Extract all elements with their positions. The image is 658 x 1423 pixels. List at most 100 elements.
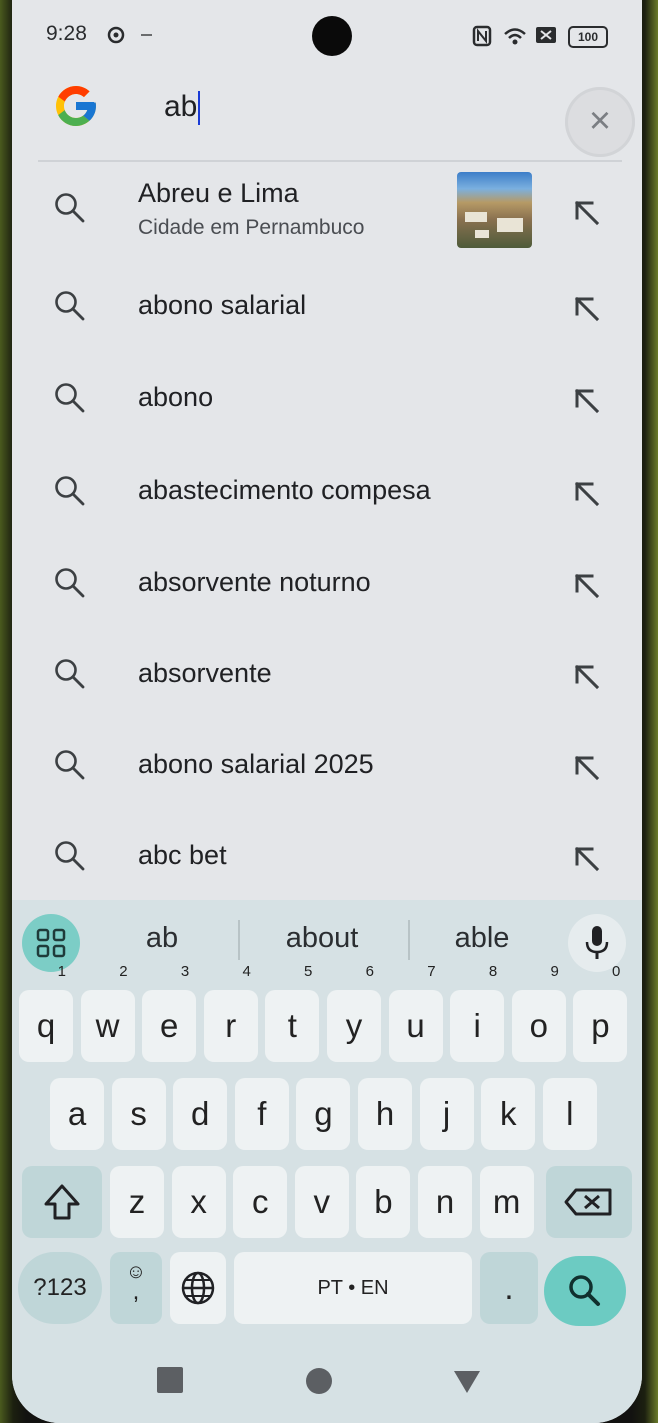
search-icon [55,750,85,780]
keyboard-menu-button[interactable] [22,914,80,972]
phone-frame: 9:28 100 ab × Abreu e Lima Cidade em Pern… [0,0,658,1423]
shift-icon [44,1184,80,1220]
word-suggestion-2[interactable]: about [247,922,397,955]
key-i[interactable]: i8 [450,964,505,1062]
fill-query-arrow-icon[interactable] [566,838,606,878]
search-icon [569,1275,600,1306]
key-letter: r [225,1007,237,1044]
key-letter: e [160,1007,179,1044]
key-y[interactable]: y6 [327,964,381,1062]
suggestion-row[interactable]: absorvente [12,630,642,720]
keyboard: ab about able q1w2e3r4t5y6u7i8o9p0 asdfg… [12,900,642,1423]
suggestion-row[interactable]: Abreu e Lima Cidade em Pernambuco [12,160,642,250]
clear-button[interactable]: × [565,87,635,157]
key-v[interactable]: v [294,1166,349,1238]
fill-query-arrow-icon[interactable] [566,656,606,696]
key-t[interactable]: t5 [265,964,320,1062]
key-a[interactable]: a [50,1078,104,1150]
key-x[interactable]: x [171,1166,226,1238]
key-letter: t [287,1007,297,1044]
period-key[interactable]: . [480,1252,538,1324]
key-number-hint: 8 [488,963,498,980]
settings-icon [107,26,125,44]
search-enter-key[interactable] [544,1256,626,1326]
word-suggestion-1[interactable]: ab [87,922,237,955]
back-triangle-icon[interactable] [452,1369,482,1395]
suggestion-row[interactable]: abono [12,354,642,444]
symbols-key[interactable]: ?123 [18,1252,102,1324]
word-suggestion-3[interactable]: able [407,922,557,955]
fill-query-arrow-icon[interactable] [566,747,606,787]
suggestion-row[interactable]: abc bet [12,812,642,902]
globe-icon [181,1271,215,1305]
text-cursor [198,91,201,126]
wifi-icon [504,28,526,45]
key-j[interactable]: j [419,1078,474,1150]
key-g[interactable]: g [296,1078,351,1150]
fill-query-arrow-icon[interactable] [566,380,606,420]
language-key[interactable] [170,1252,226,1324]
close-icon: × [588,100,612,142]
key-number-hint: 4 [242,963,251,980]
key-e[interactable]: e3 [142,964,197,1062]
suggestion-thumbnail [457,172,532,248]
suggestion-text: Abreu e Lima [138,178,299,208]
backspace-icon [564,1188,612,1216]
key-f[interactable]: f [234,1078,289,1150]
key-number-hint: 2 [119,963,128,980]
suggestion-text: absorvente [138,658,272,688]
suggestion-text: abono [138,382,214,412]
key-s[interactable]: s [111,1078,166,1150]
keyboard-suggestion-row: ab about able [12,900,642,980]
key-u[interactable]: u7 [388,964,443,1062]
fill-query-arrow-icon[interactable] [566,473,606,513]
suggestion-row[interactable]: abono salarial 2025 [12,721,642,811]
key-number-hint: 5 [304,963,313,980]
key-b[interactable]: b [356,1166,411,1238]
key-letter: i [473,1007,481,1044]
fill-query-arrow-icon[interactable] [566,565,606,605]
search-icon [55,659,85,689]
fill-query-arrow-icon[interactable] [566,288,606,328]
backspace-key[interactable] [546,1166,632,1238]
search-icon [55,291,85,321]
key-r[interactable]: r4 [203,964,258,1062]
key-q[interactable]: q1 [19,964,73,1062]
search-bar: ab × [38,70,635,162]
google-logo[interactable] [52,82,100,130]
key-n[interactable]: n [418,1166,472,1238]
key-d[interactable]: d [173,1078,228,1150]
key-c[interactable]: c [233,1166,288,1238]
suggestion-row[interactable]: absorvente noturno [12,539,642,629]
suggestion-text: absorvente noturno [138,567,371,597]
suggestion-row[interactable]: abono salarial [12,262,642,352]
key-h[interactable]: h [358,1078,412,1150]
comma-label: , [132,1278,140,1305]
screen: 9:28 100 ab × Abreu e Lima Cidade em Pern… [12,0,642,1423]
key-number-hint: 0 [612,963,621,980]
key-number-hint: 9 [550,963,559,980]
key-l[interactable]: l [542,1078,597,1150]
key-p[interactable]: p0 [573,964,628,1062]
search-icon [55,568,85,598]
key-m[interactable]: m [479,1166,534,1238]
suggestion-subtitle: Cidade em Pernambuco [138,216,365,239]
key-letter: q [36,1007,56,1044]
space-key[interactable]: PT • EN [234,1252,472,1324]
key-letter: y [345,1007,363,1044]
fill-query-arrow-icon[interactable] [566,192,606,232]
sim-icon [536,27,556,43]
recents-square-icon[interactable] [157,1367,183,1393]
home-circle-icon[interactable] [306,1368,332,1394]
key-o[interactable]: o9 [511,964,566,1062]
emoji-comma-key[interactable]: ☺ , [110,1252,162,1324]
search-icon [55,841,85,871]
key-z[interactable]: z [110,1166,164,1238]
search-input[interactable]: ab [164,90,201,126]
key-k[interactable]: k [481,1078,536,1150]
front-camera [312,16,352,56]
suggestion-text: abono salarial [138,290,307,320]
shift-key[interactable] [22,1166,102,1238]
suggestion-row[interactable]: abastecimento compesa [12,447,642,537]
key-w[interactable]: w2 [80,964,135,1062]
